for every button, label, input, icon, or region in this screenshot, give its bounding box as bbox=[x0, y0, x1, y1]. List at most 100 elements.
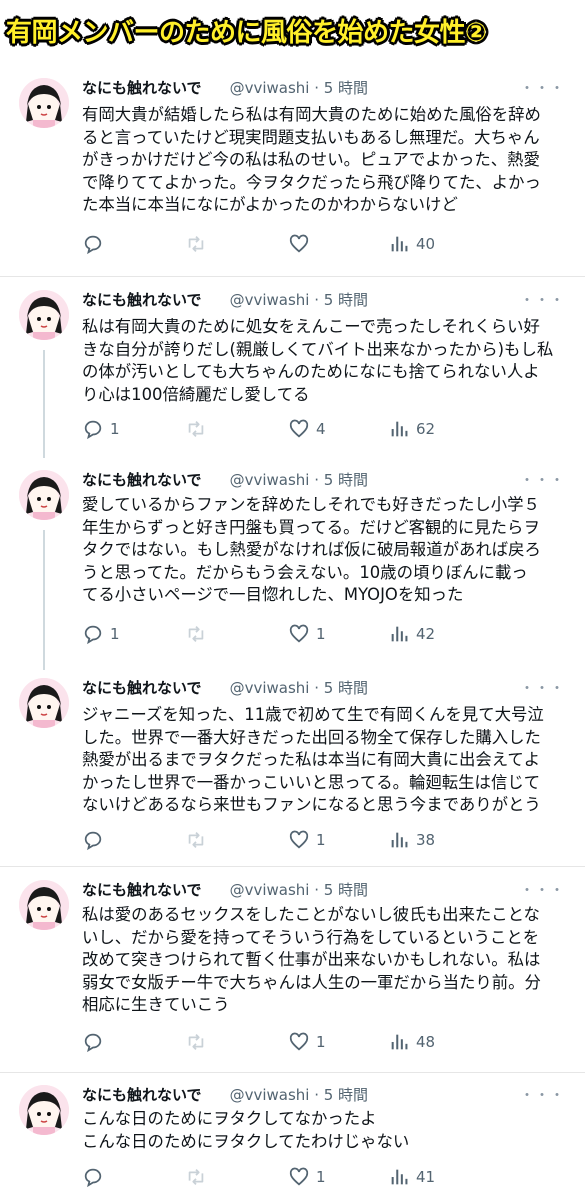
tweet-text-line: てる小さいページで一目惚れした、MYOJOを知った bbox=[82, 585, 464, 604]
more-icon[interactable]: ・・・ bbox=[520, 880, 565, 900]
retweet-icon bbox=[185, 1031, 207, 1053]
tweet-text-line: た本当に本当になにがよかったのかわからないけど bbox=[82, 195, 458, 214]
views-button[interactable]: 38 bbox=[388, 828, 435, 852]
tweet-text-line: で降りててよかった。今ヲタクだったら飛び降りてた、よかっ bbox=[82, 172, 541, 192]
more-icon[interactable]: ・・・ bbox=[520, 678, 565, 698]
handle-timestamp[interactable]: @vviwashi · 5 時間 bbox=[230, 77, 369, 98]
retweet-button[interactable] bbox=[185, 232, 213, 256]
reply-button[interactable] bbox=[82, 1030, 110, 1054]
display-name[interactable]: なにも触れないで bbox=[82, 677, 202, 698]
thread-line bbox=[43, 530, 45, 670]
tweet-text: こんな日のためにヲタクしてなかったよ こんな日のためにヲタクしてたわけじゃない bbox=[82, 1108, 572, 1153]
views-button[interactable]: 62 bbox=[388, 417, 435, 441]
heart-icon bbox=[288, 233, 310, 255]
handle-timestamp[interactable]: @vviwashi · 5 時間 bbox=[230, 1084, 369, 1105]
retweet-button[interactable] bbox=[185, 417, 213, 441]
tweet-divider bbox=[0, 1072, 585, 1073]
tweet-text-line: 弱女で女版チー牛で大ちゃんは人生の一軍だから当たり前。分 bbox=[82, 972, 541, 992]
avatar[interactable] bbox=[19, 880, 69, 930]
reply-button[interactable]: 1 bbox=[82, 622, 120, 646]
tweet-text-line: かったし世界で一番かっこいいと思ってる。輪廻転生は信じて bbox=[82, 772, 541, 792]
tweet-header: なにも触れないで @vviwashi · 5 時間 bbox=[82, 76, 368, 98]
handle-timestamp[interactable]: @vviwashi · 5 時間 bbox=[230, 469, 369, 490]
tweet-actions: 40 bbox=[82, 232, 482, 256]
tweet-text-line: 私は愛のあるセックスをしたことがないし彼氏も出来たことな bbox=[82, 905, 540, 924]
tweet-text-line: 愛しているからファンを辞めたしそれでも好きだったし小学５ bbox=[82, 495, 540, 514]
likes-count: 4 bbox=[316, 420, 326, 438]
tweet-text-line: 私は有岡大貴のために処女をえんこーで売ったしそれくらい好 bbox=[82, 317, 540, 336]
display-name[interactable]: なにも触れないで bbox=[82, 77, 202, 98]
tweet-text-line: の体が汚いとしても大ちゃんのためになにも捨てられない人よ bbox=[82, 362, 540, 381]
tweet-actions: 1 4 62 bbox=[82, 417, 482, 441]
reply-button[interactable] bbox=[82, 232, 110, 256]
handle-timestamp[interactable]: @vviwashi · 5 時間 bbox=[230, 879, 369, 900]
tweet-header: なにも触れないで @vviwashi · 5 時間 bbox=[82, 1083, 368, 1105]
like-button[interactable]: 1 bbox=[288, 622, 326, 646]
display-name[interactable]: なにも触れないで bbox=[82, 469, 202, 490]
reply-button[interactable] bbox=[82, 828, 110, 852]
tweet-text: 有岡大貴が結婚したら私は有岡大貴のために始めた風俗を辞め ると言っていたけど現実問… bbox=[82, 104, 572, 217]
like-button[interactable]: 1 bbox=[288, 1030, 326, 1054]
avatar[interactable] bbox=[19, 290, 69, 340]
reply-button[interactable]: 1 bbox=[82, 417, 120, 441]
tweet-text-line: ないけどあるなら来世もファンになると思う今までありがとう bbox=[82, 795, 541, 814]
views-icon bbox=[388, 1031, 410, 1053]
avatar[interactable] bbox=[19, 1085, 69, 1135]
display-name[interactable]: なにも触れないで bbox=[82, 1084, 202, 1105]
reply-icon bbox=[82, 233, 104, 255]
retweet-button[interactable] bbox=[185, 622, 213, 646]
tweet-text-line: タクではない。もし熱愛がなければ仮に破局報道があれば戻ろ bbox=[82, 540, 541, 559]
like-button[interactable]: 1 bbox=[288, 1165, 326, 1189]
likes-count: 1 bbox=[316, 831, 326, 849]
avatar[interactable] bbox=[19, 470, 69, 520]
reply-icon bbox=[82, 623, 104, 645]
handle-timestamp[interactable]: @vviwashi · 5 時間 bbox=[230, 677, 369, 698]
display-name[interactable]: なにも触れないで bbox=[82, 879, 202, 900]
views-count: 38 bbox=[416, 831, 436, 849]
tweet-text-line: 熱愛が出るまでヲタクだった私は本当に有岡大貴に出会えてよ bbox=[82, 750, 541, 769]
more-icon[interactable]: ・・・ bbox=[520, 290, 565, 310]
views-button[interactable]: 48 bbox=[388, 1030, 435, 1054]
reply-button[interactable] bbox=[82, 1165, 110, 1189]
retweet-icon bbox=[185, 623, 207, 645]
retweet-icon bbox=[185, 233, 207, 255]
tweet-text: 私は有岡大貴のために処女をえんこーで売ったしそれくらい好 きな自分が誇りだし(親厳… bbox=[82, 316, 572, 406]
tweet-actions: 1 1 42 bbox=[82, 622, 482, 646]
retweet-icon bbox=[185, 1166, 207, 1188]
heart-icon bbox=[288, 1166, 310, 1188]
avatar[interactable] bbox=[19, 678, 69, 728]
views-count: 48 bbox=[416, 1033, 436, 1051]
like-button[interactable]: 1 bbox=[288, 828, 326, 852]
retweet-button[interactable] bbox=[185, 1165, 213, 1189]
tweet-text: 愛しているからファンを辞めたしそれでも好きだったし小学５ 年生からずっと好き円盤も… bbox=[82, 494, 572, 607]
more-icon[interactable]: ・・・ bbox=[520, 1085, 565, 1105]
tweet-divider bbox=[0, 866, 585, 867]
tweet-actions: 1 41 bbox=[82, 1165, 482, 1189]
views-button[interactable]: 42 bbox=[388, 622, 435, 646]
tweet-header: なにも触れないで @vviwashi · 5 時間 bbox=[82, 288, 368, 310]
views-button[interactable]: 41 bbox=[388, 1165, 435, 1189]
views-icon bbox=[388, 418, 410, 440]
handle-timestamp[interactable]: @vviwashi · 5 時間 bbox=[230, 289, 369, 310]
tweet-text-line: こんな日のためにヲタクしてなかったよ bbox=[82, 1109, 377, 1128]
display-name[interactable]: なにも触れないで bbox=[82, 289, 202, 310]
retweet-button[interactable] bbox=[185, 828, 213, 852]
reply-icon bbox=[82, 1031, 104, 1053]
like-button[interactable]: 4 bbox=[288, 417, 326, 441]
more-icon[interactable]: ・・・ bbox=[520, 470, 565, 490]
heart-icon bbox=[288, 418, 310, 440]
views-count: 62 bbox=[416, 420, 436, 438]
tweet-header: なにも触れないで @vviwashi · 5 時間 bbox=[82, 878, 368, 900]
like-button[interactable] bbox=[288, 232, 316, 256]
more-icon[interactable]: ・・・ bbox=[520, 78, 565, 98]
tweet-actions: 1 48 bbox=[82, 1030, 482, 1054]
views-button[interactable]: 40 bbox=[388, 232, 435, 256]
reply-icon bbox=[82, 1166, 104, 1188]
views-icon bbox=[388, 829, 410, 851]
retweet-icon bbox=[185, 829, 207, 851]
avatar[interactable] bbox=[19, 78, 69, 128]
retweet-button[interactable] bbox=[185, 1030, 213, 1054]
reply-icon bbox=[82, 829, 104, 851]
tweet-text-line: ると言っていたけど現実問題支払いもあるし無理だ。大ちゃん bbox=[82, 127, 540, 147]
tweet-text: 私は愛のあるセックスをしたことがないし彼氏も出来たことな いし、だから愛を持ってそ… bbox=[82, 904, 572, 1017]
